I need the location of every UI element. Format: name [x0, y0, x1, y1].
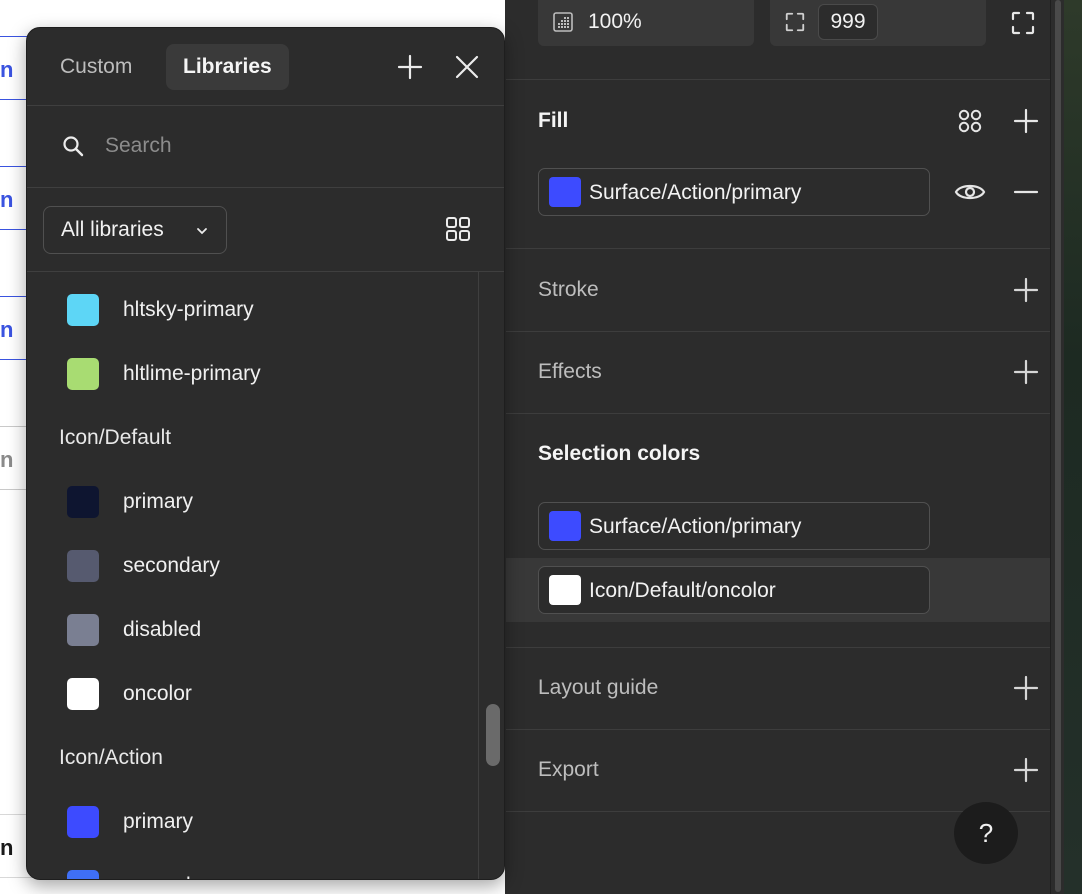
- properties-scrollbar[interactable]: [1050, 0, 1064, 894]
- fill-color-field[interactable]: Surface/Action/primary: [538, 168, 930, 216]
- add-color-icon[interactable]: [397, 54, 423, 80]
- list-item[interactable]: disabled: [27, 598, 479, 662]
- grid-view-icon[interactable]: [445, 216, 471, 242]
- color-name: primary: [123, 490, 194, 513]
- color-swatch: [67, 486, 99, 518]
- fill-title: Fill: [538, 109, 569, 132]
- effects-section: Effects: [506, 332, 1050, 414]
- effects-title: Effects: [538, 360, 602, 383]
- color-list[interactable]: hltsky-primary hltlime-primary Icon/Defa…: [27, 272, 479, 879]
- opacity-value: 100%: [588, 10, 642, 33]
- properties-panel: 100% 999 Fill Surface/Action/primary Str…: [506, 0, 1050, 894]
- add-stroke-icon[interactable]: [1012, 276, 1040, 304]
- group-title: Icon/Action: [59, 746, 163, 769]
- search-input[interactable]: [105, 128, 465, 164]
- library-select-label: All libraries: [61, 218, 164, 241]
- selection-color-field[interactable]: Icon/Default/oncolor: [538, 566, 930, 614]
- fill-section: Fill Surface/Action/primary: [506, 80, 1050, 249]
- selection-color-field[interactable]: Surface/Action/primary: [538, 502, 930, 550]
- close-icon[interactable]: [454, 54, 480, 80]
- color-name: secondary: [123, 874, 220, 879]
- canvas-element-text: n: [0, 57, 14, 82]
- library-select[interactable]: All libraries: [43, 206, 227, 254]
- color-swatch: [67, 870, 99, 879]
- color-swatch: [67, 550, 99, 582]
- selection-color-name: Surface/Action/primary: [589, 515, 802, 538]
- remove-fill-icon[interactable]: [1012, 178, 1040, 206]
- selection-color-row-hovered[interactable]: Icon/Default/oncolor: [506, 558, 1050, 622]
- group-title: Icon/Default: [59, 426, 172, 449]
- tab-libraries[interactable]: Libraries: [166, 44, 289, 90]
- scrollbar-thumb[interactable]: [486, 704, 500, 766]
- list-item[interactable]: oncolor: [27, 662, 479, 726]
- layer-row: 100% 999: [506, 0, 1050, 80]
- stroke-title: Stroke: [538, 278, 599, 301]
- selection-color-name: Icon/Default/oncolor: [589, 579, 776, 602]
- color-swatch: [67, 806, 99, 838]
- search-bar: [27, 106, 504, 188]
- canvas-element-text: n: [0, 187, 14, 212]
- color-libraries-popover: Custom Libraries All libraries: [26, 27, 505, 880]
- list-item[interactable]: secondary: [27, 534, 479, 598]
- fill-color-name: Surface/Action/primary: [589, 181, 802, 204]
- list-item[interactable]: hltsky-primary: [27, 278, 479, 342]
- color-name: secondary: [123, 554, 220, 577]
- style-grid-icon[interactable]: [956, 107, 984, 135]
- color-name: disabled: [123, 618, 202, 641]
- export-title: Export: [538, 758, 599, 781]
- list-item[interactable]: primary: [27, 790, 479, 854]
- color-name: hltsky-primary: [123, 298, 254, 321]
- independent-corners-icon[interactable]: [1010, 10, 1036, 36]
- color-name: oncolor: [123, 682, 192, 705]
- chevron-down-icon: [197, 228, 207, 235]
- export-section: Export: [506, 730, 1050, 812]
- fill-swatch[interactable]: [549, 177, 581, 207]
- color-swatch: [67, 358, 99, 390]
- eye-icon[interactable]: [954, 178, 986, 206]
- list-item[interactable]: primary: [27, 470, 479, 534]
- canvas-element-text: n: [0, 835, 14, 860]
- selection-colors-title: Selection colors: [538, 442, 701, 465]
- opacity-icon: [553, 12, 573, 32]
- help-button[interactable]: ?: [954, 802, 1018, 864]
- tab-custom[interactable]: Custom: [43, 44, 149, 90]
- list-scrollbar[interactable]: [478, 272, 504, 879]
- color-name: primary: [123, 810, 194, 833]
- popover-header: Custom Libraries: [27, 28, 504, 106]
- layout-guide-title: Layout guide: [538, 676, 659, 699]
- add-fill-icon[interactable]: [1012, 107, 1040, 135]
- color-swatch: [67, 294, 99, 326]
- selection-color-swatch[interactable]: [549, 511, 581, 541]
- add-export-icon[interactable]: [1012, 756, 1040, 784]
- canvas-element-text: n: [0, 317, 14, 342]
- library-filter-bar: All libraries: [27, 188, 504, 272]
- selection-color-swatch[interactable]: [549, 575, 581, 605]
- stroke-section: Stroke: [506, 249, 1050, 332]
- color-name: hltlime-primary: [123, 362, 261, 385]
- add-effect-icon[interactable]: [1012, 358, 1040, 386]
- background-edge: [1064, 0, 1082, 894]
- scrollbar-thumb[interactable]: [1055, 0, 1061, 892]
- canvas-element-text: n: [0, 447, 14, 472]
- add-layout-guide-icon[interactable]: [1012, 674, 1040, 702]
- color-swatch: [67, 678, 99, 710]
- opacity-field[interactable]: 100%: [538, 0, 754, 46]
- corner-radius-icon: [785, 12, 805, 32]
- corner-radius-input[interactable]: 999: [818, 4, 878, 40]
- corner-radius-field[interactable]: 999: [770, 0, 986, 46]
- list-item[interactable]: secondary: [27, 854, 479, 879]
- list-item[interactable]: hltlime-primary: [27, 342, 479, 406]
- layout-guide-section: Layout guide: [506, 648, 1050, 730]
- color-swatch: [67, 614, 99, 646]
- search-icon: [63, 136, 84, 157]
